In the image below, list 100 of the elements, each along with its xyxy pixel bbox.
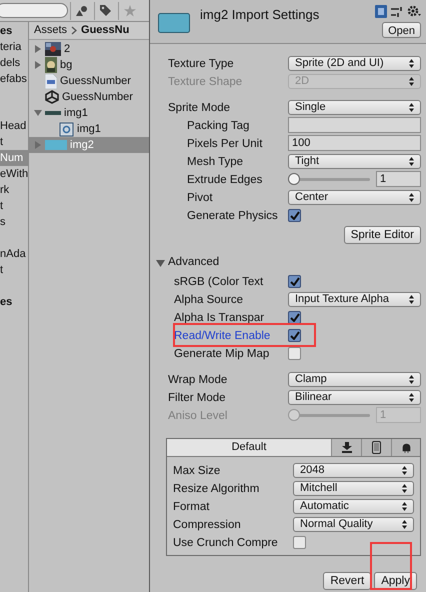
foldout-arrow-icon[interactable]	[156, 258, 165, 268]
updown-arrows-icon	[409, 58, 414, 68]
open-button[interactable]: Open	[382, 22, 421, 38]
updown-arrows-icon	[402, 520, 407, 528]
dropdown[interactable]: Center	[288, 190, 421, 204]
field-label: Filter Mode	[168, 392, 226, 404]
field-label: Max Size	[173, 465, 220, 477]
checkbox[interactable]	[288, 274, 301, 288]
texture-preview-icon	[158, 13, 190, 33]
updown-arrows-icon	[409, 192, 414, 202]
sprite-editor-button[interactable]: Sprite Editor	[344, 226, 421, 244]
dropdown[interactable]: Clamp	[288, 372, 421, 386]
settings-icon[interactable]	[407, 5, 421, 18]
download-icon[interactable]	[332, 439, 362, 456]
cube-logo-icon	[45, 90, 59, 104]
section-title: Advanced	[168, 255, 220, 270]
hierarchy-item[interactable]: s	[0, 214, 28, 230]
checkmark-icon	[290, 210, 300, 220]
dropdown[interactable]: 2048	[293, 462, 414, 478]
hierarchy-item[interactable]: eWith	[0, 166, 28, 182]
number-field[interactable]: 1	[376, 171, 421, 187]
expand-arrow-icon[interactable]	[34, 45, 42, 53]
footer-button[interactable]: Revert	[323, 572, 372, 590]
android-icon[interactable]	[392, 439, 420, 456]
field-label: Alpha Source	[174, 294, 244, 306]
field-label: Use Crunch Compre	[173, 537, 278, 549]
hierarchy-item[interactable]: t	[0, 198, 28, 214]
field-label: Texture Type	[168, 58, 234, 70]
updown-arrows-icon	[402, 502, 407, 510]
updown-arrows-icon	[402, 466, 407, 474]
hierarchy-item[interactable]: Head	[0, 118, 28, 134]
updown-arrows-icon	[409, 294, 414, 304]
project-item[interactable]: bg	[29, 57, 149, 73]
hierarchy-item[interactable]: nAda	[0, 246, 28, 262]
expand-arrow-icon[interactable]	[34, 61, 42, 69]
project-item[interactable]: GuessNumber	[29, 73, 149, 89]
dropdown[interactable]: Normal Quality	[293, 516, 414, 532]
hierarchy-item[interactable]: t	[0, 134, 28, 150]
project-item[interactable]: img1	[29, 105, 149, 121]
dropdown[interactable]: Bilinear	[288, 390, 421, 404]
dropdown[interactable]: Mitchell	[293, 480, 414, 496]
text-field[interactable]: 100	[288, 135, 421, 151]
slider[interactable]	[288, 409, 370, 421]
checkbox[interactable]	[288, 208, 301, 222]
field-label: Resize Algorithm	[173, 483, 260, 495]
updown-arrows-icon	[409, 76, 414, 86]
section-header[interactable]: es	[0, 294, 28, 310]
expand-arrow-icon[interactable]	[34, 109, 42, 117]
field-label: Extrude Edges	[187, 174, 262, 186]
updown-arrows-icon	[409, 374, 414, 384]
script-file-icon	[45, 74, 57, 88]
project-item[interactable]: 2	[29, 41, 149, 57]
hierarchy-item[interactable]: t	[0, 262, 28, 278]
updown-arrows-icon	[409, 102, 414, 112]
search-field[interactable]	[0, 3, 68, 18]
checkbox[interactable]	[293, 536, 306, 548]
breadcrumb-link[interactable]: GuessNu	[81, 22, 130, 39]
dropdown[interactable]: Tight	[288, 154, 421, 168]
field-label: Packing Tag	[187, 120, 250, 132]
dropdown[interactable]: Sprite (2D and UI)	[288, 56, 421, 70]
breadcrumb-link[interactable]: Assets	[34, 22, 68, 39]
field-label: Aniso Level	[168, 410, 228, 422]
platform-tab[interactable]: Default	[167, 439, 332, 456]
field-label: Texture Shape	[168, 76, 242, 88]
updown-arrows-icon	[409, 156, 414, 166]
field-label: Wrap Mode	[168, 374, 228, 386]
field-label: Format	[173, 501, 210, 513]
field-label: Pivot	[187, 192, 213, 204]
phone-icon[interactable]	[362, 439, 392, 456]
hierarchy-item[interactable]: teria	[0, 39, 28, 55]
dropdown[interactable]: Automatic	[293, 498, 414, 514]
section-header[interactable]: es	[0, 23, 28, 39]
hierarchy-item[interactable]: dels	[0, 55, 28, 71]
sliders-icon[interactable]	[391, 6, 403, 18]
hierarchy-item[interactable]: efabs	[0, 71, 28, 87]
field-label: Alpha Is Transpar	[174, 312, 264, 324]
slider[interactable]	[288, 173, 370, 185]
chevron-icon	[71, 26, 78, 35]
dropdown[interactable]: Input Texture Alpha	[288, 292, 421, 306]
checkmark-icon	[290, 276, 300, 286]
hierarchy-item[interactable]: rk	[0, 182, 28, 198]
checkbox[interactable]	[288, 328, 301, 342]
field-label: Sprite Mode	[168, 102, 230, 114]
text-field[interactable]	[288, 117, 421, 133]
project-item[interactable]: GuessNumber	[29, 89, 149, 105]
field-label: Mesh Type	[187, 156, 244, 168]
texture-icon	[45, 111, 61, 115]
sprite-icon	[59, 122, 74, 136]
checkbox[interactable]	[288, 310, 301, 324]
updown-arrows-icon	[409, 392, 414, 402]
texture-icon	[45, 140, 67, 150]
window-title: img2 Import Settings	[200, 6, 320, 24]
field-label: Pixels Per Unit	[187, 138, 262, 150]
dropdown[interactable]: Single	[288, 100, 421, 114]
field-label: Read/Write Enable	[174, 330, 270, 342]
project-item[interactable]: img1	[29, 121, 149, 137]
updown-arrows-icon	[402, 484, 407, 492]
checkbox[interactable]	[288, 346, 301, 360]
field-label: Generate Mip Map	[174, 348, 270, 360]
field-label: sRGB (Color Text	[174, 276, 264, 288]
